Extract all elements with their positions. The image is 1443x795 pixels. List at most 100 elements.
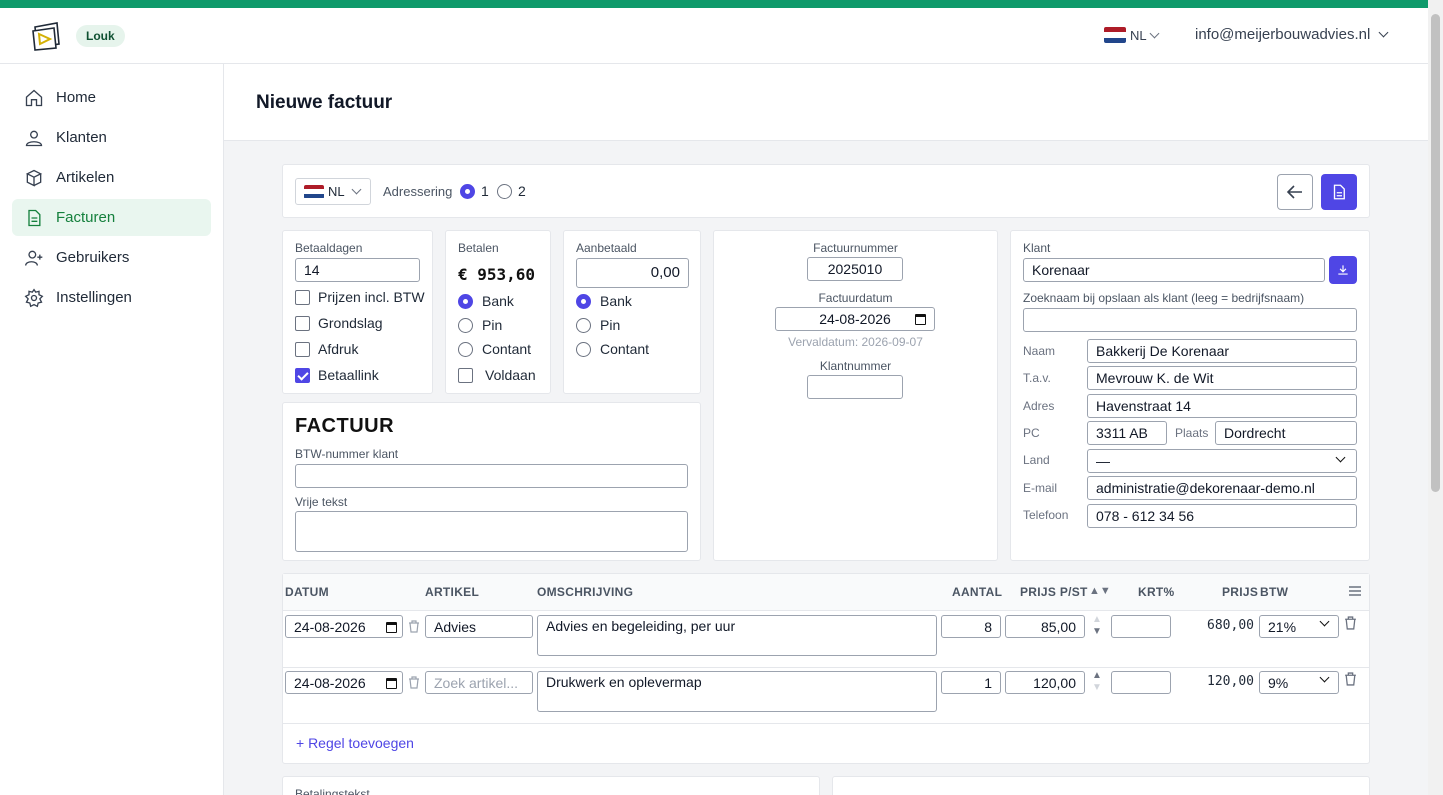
line-description-input[interactable]: Drukwerk en oplevermap: [537, 671, 937, 712]
save-invoice-button[interactable]: [1321, 174, 1357, 210]
radio-icon: [458, 317, 473, 333]
home-icon: [25, 89, 43, 106]
checkbox-label: Afdruk: [318, 341, 359, 357]
afdruk-checkbox[interactable]: Afdruk: [295, 341, 358, 357]
line-article-input[interactable]: Zoek artikel...: [425, 671, 533, 694]
arrow-left-icon: [1286, 185, 1302, 199]
col-prijs: PRIJS: [1222, 585, 1259, 599]
calendar-icon[interactable]: [386, 678, 397, 689]
prepaid-pin-radio[interactable]: Pin: [576, 317, 620, 333]
sidebar-item-instellingen[interactable]: Instellingen: [12, 279, 211, 316]
pay-bank-radio[interactable]: Bank: [458, 293, 514, 309]
sidebar-item-home[interactable]: Home: [12, 79, 211, 116]
telefoon-input[interactable]: 078 - 612 34 56: [1087, 504, 1357, 528]
language-select[interactable]: NL: [1104, 27, 1160, 43]
sidebar-item-klanten[interactable]: Klanten: [12, 119, 211, 156]
language-label: NL: [1130, 27, 1147, 43]
col-prijs-pst: PRIJS P/ST: [1020, 585, 1088, 599]
free-text-input[interactable]: [295, 511, 688, 552]
vat-number-input[interactable]: [295, 464, 688, 488]
load-customer-button[interactable]: [1329, 256, 1357, 284]
search-name-input[interactable]: [1023, 308, 1357, 332]
invoice-number-input[interactable]: 2025010: [807, 257, 903, 281]
addressing-option-1[interactable]: 1: [460, 183, 489, 199]
account-menu[interactable]: info@meijerbouwadvies.nl: [1195, 26, 1389, 43]
pay-pin-radio[interactable]: Pin: [458, 317, 502, 333]
line-discount-input[interactable]: [1111, 671, 1171, 694]
line-date-input[interactable]: 24-08-2026: [285, 671, 403, 694]
betaallink-checkbox[interactable]: Betaallink: [295, 367, 379, 383]
chevron-down-icon: [1149, 28, 1160, 38]
line-quantity-input[interactable]: 1: [941, 671, 1001, 694]
payment-days-label: Betaaldagen: [295, 241, 363, 255]
trash-icon[interactable]: [1344, 616, 1357, 630]
line-article-input[interactable]: Advies: [425, 615, 533, 638]
adres-input[interactable]: Havenstraat 14: [1087, 394, 1357, 418]
trash-icon[interactable]: [408, 676, 420, 689]
radio-label: Pin: [600, 317, 621, 333]
adres-label: Adres: [1023, 399, 1055, 413]
nl-flag-icon: [1104, 27, 1126, 43]
line-quantity-input[interactable]: 8: [941, 615, 1001, 638]
sidebar-item-facturen[interactable]: Facturen: [12, 199, 211, 236]
checkbox-checked-icon: [295, 367, 310, 383]
payment-days-input[interactable]: 14: [295, 258, 420, 282]
chevron-down-icon: [1378, 27, 1389, 38]
calendar-icon[interactable]: [386, 622, 397, 633]
user-plus-icon: [25, 250, 43, 266]
package-icon: [25, 169, 43, 187]
tav-input[interactable]: Mevrouw K. de Wit: [1087, 366, 1357, 390]
customer-search-input[interactable]: Korenaar: [1023, 258, 1325, 282]
sidebar-item-artikelen[interactable]: Artikelen: [12, 159, 211, 196]
checkbox-label: Prijzen incl. BTW: [318, 289, 425, 305]
email-input[interactable]: administratie@dekorenaar-demo.nl: [1087, 476, 1357, 500]
trash-icon[interactable]: [1344, 672, 1357, 686]
pay-contant-radio[interactable]: Contant: [458, 341, 531, 357]
add-line-button[interactable]: + Regel toevoegen: [296, 735, 414, 751]
grondslag-checkbox[interactable]: Grondslag: [295, 315, 383, 331]
line-discount-input[interactable]: [1111, 615, 1171, 638]
price-stepper-icon[interactable]: ▲ ▼: [1092, 670, 1102, 694]
download-icon: [1338, 265, 1348, 275]
nl-flag-icon: [304, 184, 324, 199]
trash-icon[interactable]: [408, 620, 420, 633]
line-vat-select[interactable]: 9%: [1259, 671, 1339, 694]
checkbox-label: Grondslag: [318, 315, 383, 331]
columns-menu-icon[interactable]: [1348, 585, 1362, 597]
naam-input[interactable]: Bakkerij De Korenaar: [1087, 339, 1357, 363]
line-description-input[interactable]: Advies en begeleiding, per uur: [537, 615, 937, 656]
users-icon: [25, 130, 43, 146]
invoice-date-input[interactable]: 24-08-2026: [775, 307, 935, 331]
prepaid-contant-radio[interactable]: Contant: [576, 341, 649, 357]
invoice-lines-table: + Regel toevoegen: [282, 573, 1370, 764]
sort-icon[interactable]: ▲▼: [1089, 585, 1111, 597]
price-stepper-icon[interactable]: ▲ ▼: [1092, 614, 1102, 638]
incl-vat-checkbox[interactable]: Prijzen incl. BTW: [295, 289, 425, 305]
prepaid-bank-radio[interactable]: Bank: [576, 293, 632, 309]
customer-label: Klant: [1023, 241, 1051, 255]
invoice-toolbar: NL Adressering 1 2: [282, 164, 1370, 218]
plaats-input[interactable]: Dordrecht: [1215, 421, 1357, 445]
line-date-input[interactable]: 24-08-2026: [285, 615, 403, 638]
radio-label: Contant: [600, 341, 650, 357]
line-price-input[interactable]: 120,00: [1005, 671, 1085, 694]
addressing-option-2[interactable]: 2: [497, 183, 526, 199]
prepaid-input[interactable]: 0,00: [576, 258, 689, 288]
pc-input[interactable]: 3311 AB: [1087, 421, 1167, 445]
calendar-icon[interactable]: [915, 314, 926, 325]
page-scrollbar[interactable]: [1428, 0, 1443, 795]
invoice-number-label: Factuurnummer: [813, 241, 898, 255]
invoice-language-select[interactable]: NL: [295, 178, 371, 205]
customer-number-input[interactable]: [807, 375, 903, 399]
land-select[interactable]: —: [1087, 449, 1357, 473]
voldaan-checkbox[interactable]: Voldaan: [458, 367, 536, 383]
line-vat-select[interactable]: 21%: [1259, 615, 1339, 638]
sidebar-item-gebruikers[interactable]: Gebruikers: [12, 239, 211, 276]
scrollbar-thumb[interactable]: [1431, 14, 1440, 492]
line-price-input[interactable]: 85,00: [1005, 615, 1085, 638]
back-button[interactable]: [1277, 174, 1313, 210]
user-badge[interactable]: Louk: [76, 25, 125, 47]
payment-text-label: Betalingstekst: [295, 787, 370, 795]
row-divider: [283, 723, 1369, 724]
app-logo-icon[interactable]: [30, 18, 64, 52]
